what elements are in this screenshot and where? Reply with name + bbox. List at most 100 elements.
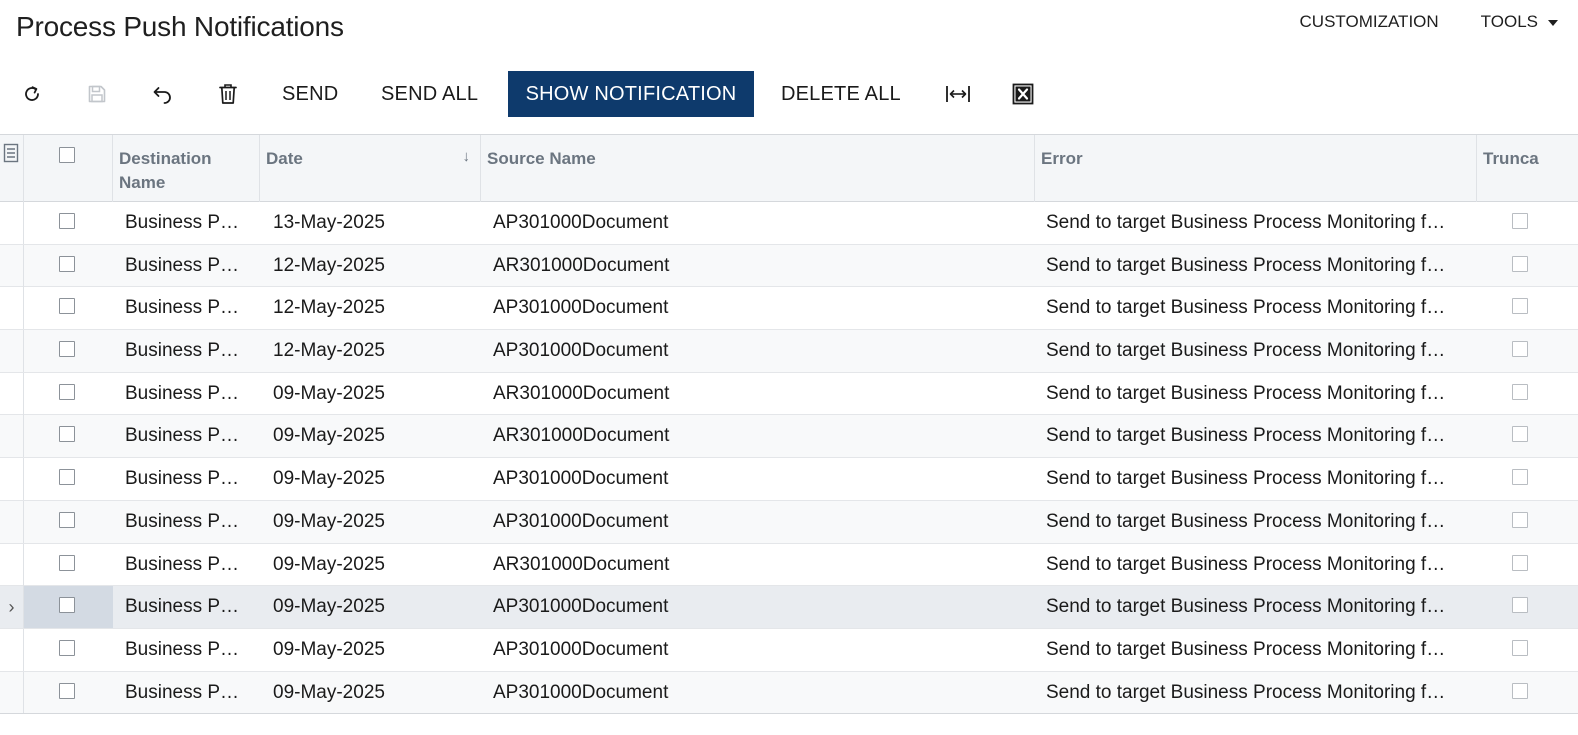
row-checkbox[interactable] [59,426,75,443]
table-row[interactable]: Business P… 12-May-2025 AP301000Document Se… [0,330,1578,373]
error-cell[interactable]: Send to target Business Process Monitori… [1046,245,1464,287]
destination-name-cell[interactable]: Business P… [125,458,247,500]
column-header-truncated[interactable]: Trunca [1477,135,1578,202]
row-checkbox[interactable] [59,639,75,656]
customization-menu[interactable]: CUSTOMIZATION [1300,12,1439,32]
send-all-button[interactable]: SEND ALL [381,71,478,117]
destination-name-cell[interactable]: Business P… [125,672,247,714]
row-checkbox[interactable] [59,213,75,229]
row-indicator [0,671,24,714]
source-name-cell[interactable]: AR301000Document [493,415,1023,457]
table-row[interactable]: › Business P… 09-May-2025 AP301000Document S… [0,586,1578,629]
source-name-cell[interactable]: AR301000Document [493,544,1023,586]
destination-name-cell[interactable]: Business P… [125,373,247,415]
table-row[interactable]: Business P… 09-May-2025 AR301000Document Se… [0,372,1578,416]
refresh-icon[interactable] [14,71,50,117]
destination-name-cell[interactable]: Business P… [125,202,247,244]
source-name-cell[interactable]: AP301000Document [493,586,1023,628]
row-checkbox[interactable] [59,383,75,400]
source-name-cell[interactable]: AP301000Document [493,330,1023,372]
table-row[interactable]: Business P… 09-May-2025 AR301000Document Se… [0,415,1578,459]
date-cell[interactable]: 09-May-2025 [273,501,473,543]
source-name-cell[interactable]: AP301000Document [493,458,1023,500]
date-cell[interactable]: 12-May-2025 [273,330,473,372]
toolbar: SEND SEND ALL SHOW NOTIFICATION DELETE A… [0,71,1578,117]
table-row[interactable]: Business P… 09-May-2025 AP301000Document Se… [0,458,1578,501]
date-cell[interactable]: 09-May-2025 [273,544,473,586]
row-checkbox[interactable] [59,341,75,358]
column-header-source-name[interactable]: Source Name [481,135,1035,202]
source-name-cell[interactable]: AP301000Document [493,202,1023,244]
row-checkbox[interactable] [59,554,75,571]
source-name-cell[interactable]: AR301000Document [493,245,1023,287]
truncated-checkbox [1512,554,1528,571]
row-settings-icon[interactable] [0,135,24,202]
destination-name-cell[interactable]: Business P… [125,544,247,586]
trash-icon[interactable] [210,71,246,117]
row-checkbox[interactable] [59,469,75,486]
show-notification-button[interactable]: SHOW NOTIFICATION [508,71,754,117]
column-header-error[interactable]: Error [1035,135,1477,202]
row-checkbox[interactable] [59,298,75,315]
row-checkbox[interactable] [59,682,75,699]
destination-name-cell[interactable]: Business P… [125,245,247,287]
destination-name-cell[interactable]: Business P… [125,586,247,628]
error-cell[interactable]: Send to target Business Process Monitori… [1046,330,1464,372]
error-cell[interactable]: Send to target Business Process Monitori… [1046,287,1464,329]
date-cell[interactable]: 09-May-2025 [273,629,473,671]
error-cell[interactable]: Send to target Business Process Monitori… [1046,202,1464,244]
truncated-checkbox [1512,341,1528,358]
save-icon[interactable] [79,71,115,117]
date-cell[interactable]: 09-May-2025 [273,672,473,714]
destination-name-cell[interactable]: Business P… [125,501,247,543]
error-cell[interactable]: Send to target Business Process Monitori… [1046,586,1464,628]
send-button[interactable]: SEND [282,71,338,117]
table-row[interactable]: Business P… 13-May-2025 AP301000Document Se… [0,202,1578,245]
error-cell[interactable]: Send to target Business Process Monitori… [1046,373,1464,415]
source-name-cell[interactable]: AP301000Document [493,629,1023,671]
error-cell[interactable]: Send to target Business Process Monitori… [1046,415,1464,457]
date-cell[interactable]: 09-May-2025 [273,415,473,457]
table-row[interactable]: Business P… 12-May-2025 AP301000Document Se… [0,287,1578,331]
destination-name-cell[interactable]: Business P… [125,287,247,329]
error-cell[interactable]: Send to target Business Process Monitori… [1046,544,1464,586]
table-row[interactable]: Business P… 09-May-2025 AP301000Document Se… [0,500,1578,544]
destination-name-cell[interactable]: Business P… [125,629,247,671]
source-name-cell[interactable]: AP301000Document [493,501,1023,543]
tools-menu[interactable]: TOOLS [1481,12,1558,32]
date-cell[interactable]: 09-May-2025 [273,373,473,415]
error-cell[interactable]: Send to target Business Process Monitori… [1046,458,1464,500]
error-cell[interactable]: Send to target Business Process Monitori… [1046,672,1464,714]
grid-header: Destination Name Date ↓ Source Name Erro… [0,135,1578,202]
error-cell[interactable]: Send to target Business Process Monitori… [1046,629,1464,671]
source-name-cell[interactable]: AP301000Document [493,287,1023,329]
excel-export-icon[interactable] [1005,71,1041,117]
row-indicator: › [0,586,24,629]
row-checkbox[interactable] [59,597,75,614]
destination-name-cell[interactable]: Business P… [125,415,247,457]
row-checkbox[interactable] [59,511,75,528]
row-checkbox[interactable] [59,255,75,272]
table-row[interactable]: Business P… 09-May-2025 AP301000Document Se… [0,628,1578,672]
source-name-cell[interactable]: AR301000Document [493,373,1023,415]
date-cell[interactable]: 12-May-2025 [273,287,473,329]
select-all-checkbox[interactable] [59,147,75,163]
column-header-destination-name[interactable]: Destination Name [113,135,260,202]
truncated-checkbox [1512,213,1528,229]
table-row[interactable]: Business P… 09-May-2025 AP301000Document Se… [0,671,1578,715]
fit-columns-icon[interactable] [940,71,976,117]
date-cell[interactable]: 09-May-2025 [273,458,473,500]
date-cell[interactable]: 13-May-2025 [273,202,473,244]
source-name-cell[interactable]: AP301000Document [493,672,1023,714]
date-header-label: Date [266,149,303,168]
row-select-cell [24,501,113,543]
column-header-date[interactable]: Date ↓ [260,135,481,202]
table-row[interactable]: Business P… 12-May-2025 AR301000Document Se… [0,244,1578,288]
destination-name-cell[interactable]: Business P… [125,330,247,372]
undo-icon[interactable] [144,71,180,117]
delete-all-button[interactable]: DELETE ALL [781,71,901,117]
error-cell[interactable]: Send to target Business Process Monitori… [1046,501,1464,543]
date-cell[interactable]: 12-May-2025 [273,245,473,287]
date-cell[interactable]: 09-May-2025 [273,586,473,628]
table-row[interactable]: Business P… 09-May-2025 AR301000Document Se… [0,543,1578,587]
